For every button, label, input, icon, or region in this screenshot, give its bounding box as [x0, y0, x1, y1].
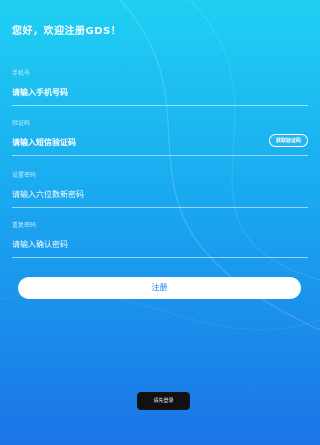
password-field: 设置密码 请输入六位数新密码 — [12, 170, 308, 208]
code-label: 验证码 — [12, 120, 31, 127]
code-placeholder: 请输入短信验证码 — [12, 138, 76, 147]
code-input[interactable]: 请输入短信验证码 获取验证码 — [12, 134, 308, 156]
login-button[interactable]: 请先登录 — [137, 392, 190, 410]
confirm-password-input[interactable]: 请输入确认密码 — [12, 239, 308, 258]
confirm-password-label: 重复密码 — [12, 222, 37, 229]
register-button[interactable]: 注册 — [18, 277, 301, 299]
phone-input[interactable]: 请输入手机号码 — [12, 87, 308, 106]
confirm-password-field: 重复密码 请输入确认密码 — [12, 220, 308, 258]
phone-label: 手机号 — [12, 70, 31, 77]
password-label: 设置密码 — [12, 172, 37, 179]
get-code-button[interactable]: 获取验证码 — [268, 134, 308, 147]
password-input[interactable]: 请输入六位数新密码 — [12, 189, 308, 208]
welcome-title: 您好，欢迎注册GDS！ — [12, 26, 122, 37]
phone-field: 手机号 请输入手机号码 — [12, 68, 308, 106]
code-field: 验证码 请输入短信验证码 获取验证码 — [12, 118, 308, 156]
